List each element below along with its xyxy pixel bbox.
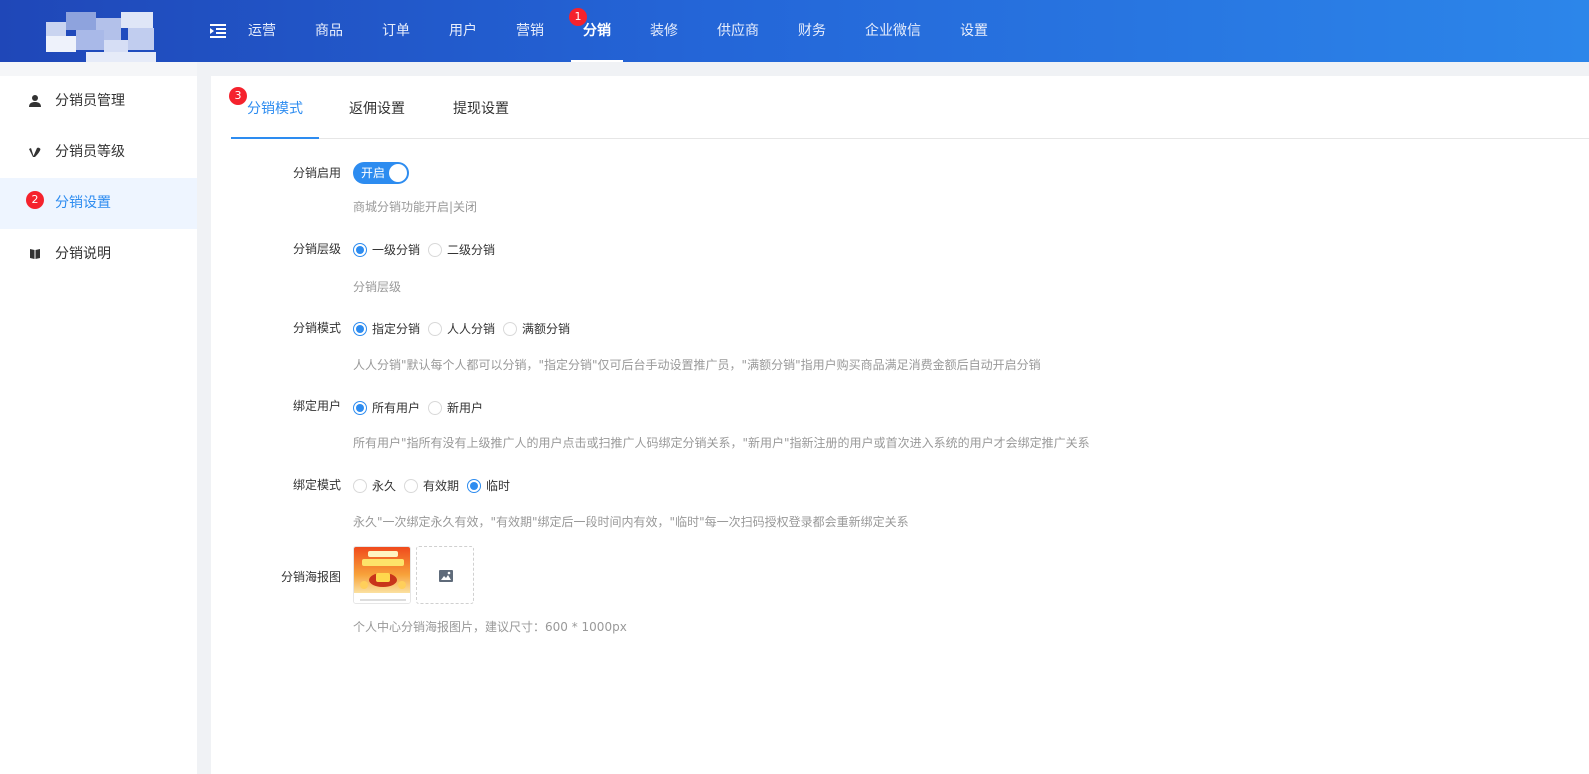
- radio-mode-everyone[interactable]: 人人分销: [428, 320, 495, 337]
- radio-bind-validity[interactable]: 有效期: [404, 477, 459, 494]
- radio-bind-temporary[interactable]: 临时: [467, 477, 510, 494]
- sidebar-item-distributor-management[interactable]: 分销员管理: [0, 76, 197, 127]
- user-icon: [29, 95, 41, 107]
- sidebar-item-label: 分销设置: [55, 195, 111, 211]
- form-hint: 商城分销功能开启|关闭: [353, 200, 478, 214]
- radio-bind-new-users[interactable]: 新用户: [428, 399, 483, 416]
- top-bar: 运营 商品 订单 用户 营销 分销 1 装修 供应商 财务 企业微信 设置: [0, 0, 1589, 68]
- form-label: 分销海报图: [280, 570, 341, 584]
- sidebar-item-label: 分销说明: [55, 246, 111, 262]
- book-icon: [30, 249, 40, 259]
- form-label: 分销层级: [292, 242, 341, 256]
- nav-item-marketing[interactable]: 营销: [504, 0, 556, 62]
- image-icon: [439, 570, 453, 582]
- sidebar-item-label: 分销员等级: [55, 144, 125, 160]
- sidebar-item-label: 分销员管理: [55, 93, 125, 109]
- nav-item-wecom[interactable]: 企业微信: [853, 0, 933, 62]
- sidebar-item-distribution-settings[interactable]: 2 分销设置: [0, 178, 197, 229]
- radio-bind-permanent[interactable]: 永久: [353, 477, 396, 494]
- vimeo-v-icon: [29, 147, 41, 157]
- form-hint: 人人分销"默认每个人都可以分销，"指定分销"仅可后台手动设置推广员，"满额分销"…: [353, 358, 1041, 372]
- nav-item-distribution[interactable]: 分销 1: [569, 0, 623, 62]
- radio-mode-threshold[interactable]: 满额分销: [503, 320, 570, 337]
- form-label: 绑定模式: [292, 478, 341, 492]
- nav-item-users[interactable]: 用户: [437, 0, 489, 62]
- nav-item-operations[interactable]: 运营: [236, 0, 288, 62]
- nav-item-products[interactable]: 商品: [303, 0, 355, 62]
- tab-distribution-mode[interactable]: 分销模式 3: [229, 76, 319, 139]
- tab-bar: 分销模式 3 返佣设置 提现设置: [229, 76, 1589, 139]
- nav-item-settings[interactable]: 设置: [948, 0, 1000, 62]
- radio-circle: [428, 321, 443, 336]
- menu-toggle-icon[interactable]: [210, 24, 226, 38]
- radio-level-one[interactable]: 一级分销: [353, 241, 420, 258]
- top-nav: 运营 商品 订单 用户 营销 分销 1 装修 供应商 财务 企业微信 设置: [236, 0, 1015, 62]
- radio-circle: [353, 242, 367, 257]
- switch-label: 开启: [361, 166, 386, 180]
- nav-item-decoration[interactable]: 装修: [638, 0, 690, 62]
- poster-upload-button[interactable]: [416, 546, 474, 604]
- form-hint: 永久"一次绑定永久有效，"有效期"绑定后一段时间内有效，"临时"每一次扫码授权登…: [353, 515, 909, 529]
- form-hint: 所有用户"指所有没有上级推广人的用户点击或扫推广人码绑定分销关系，"新用户"指新…: [353, 436, 1090, 450]
- poster-image: [354, 547, 410, 603]
- step-badge: 3: [229, 87, 247, 105]
- form-hint: 分销层级: [353, 280, 402, 294]
- radio-circle: [503, 321, 518, 336]
- enable-switch[interactable]: 开启: [353, 162, 409, 184]
- tab-commission-settings[interactable]: 返佣设置: [335, 76, 419, 138]
- nav-item-suppliers[interactable]: 供应商: [705, 0, 771, 62]
- radio-mode-designated[interactable]: 指定分销: [353, 320, 420, 337]
- radio-circle: [428, 242, 443, 257]
- radio-circle: [353, 478, 367, 493]
- nav-item-finance[interactable]: 财务: [786, 0, 838, 62]
- radio-circle: [404, 478, 419, 493]
- radio-bind-all-users[interactable]: 所有用户: [353, 399, 420, 416]
- form-label: 绑定用户: [292, 399, 341, 413]
- form-label: 分销模式: [292, 321, 341, 335]
- switch-knob: [389, 164, 407, 182]
- radio-circle: [428, 400, 443, 415]
- nav-item-orders[interactable]: 订单: [370, 0, 422, 62]
- poster-thumbnail[interactable]: [353, 546, 411, 604]
- sidebar: 分销员管理 分销员等级 2 分销设置 分销说明: [0, 62, 197, 774]
- tab-withdrawal-settings[interactable]: 提现设置: [439, 76, 523, 138]
- step-badge: 1: [569, 8, 587, 26]
- radio-level-two[interactable]: 二级分销: [428, 241, 495, 258]
- radio-circle: [467, 478, 482, 493]
- sidebar-item-distributor-level[interactable]: 分销员等级: [0, 127, 197, 178]
- radio-circle: [353, 321, 367, 336]
- form-label: 分销启用: [292, 166, 341, 180]
- radio-circle: [353, 400, 367, 415]
- sidebar-item-distribution-guide[interactable]: 分销说明: [0, 229, 197, 280]
- form-hint: 个人中心分销海报图片，建议尺寸：600 * 1000px: [353, 620, 627, 634]
- step-badge: 2: [26, 191, 44, 209]
- main-panel: 分销模式 3 返佣设置 提现设置 分销启用 开启 商城分销功能开启|关闭 分销层…: [211, 76, 1589, 774]
